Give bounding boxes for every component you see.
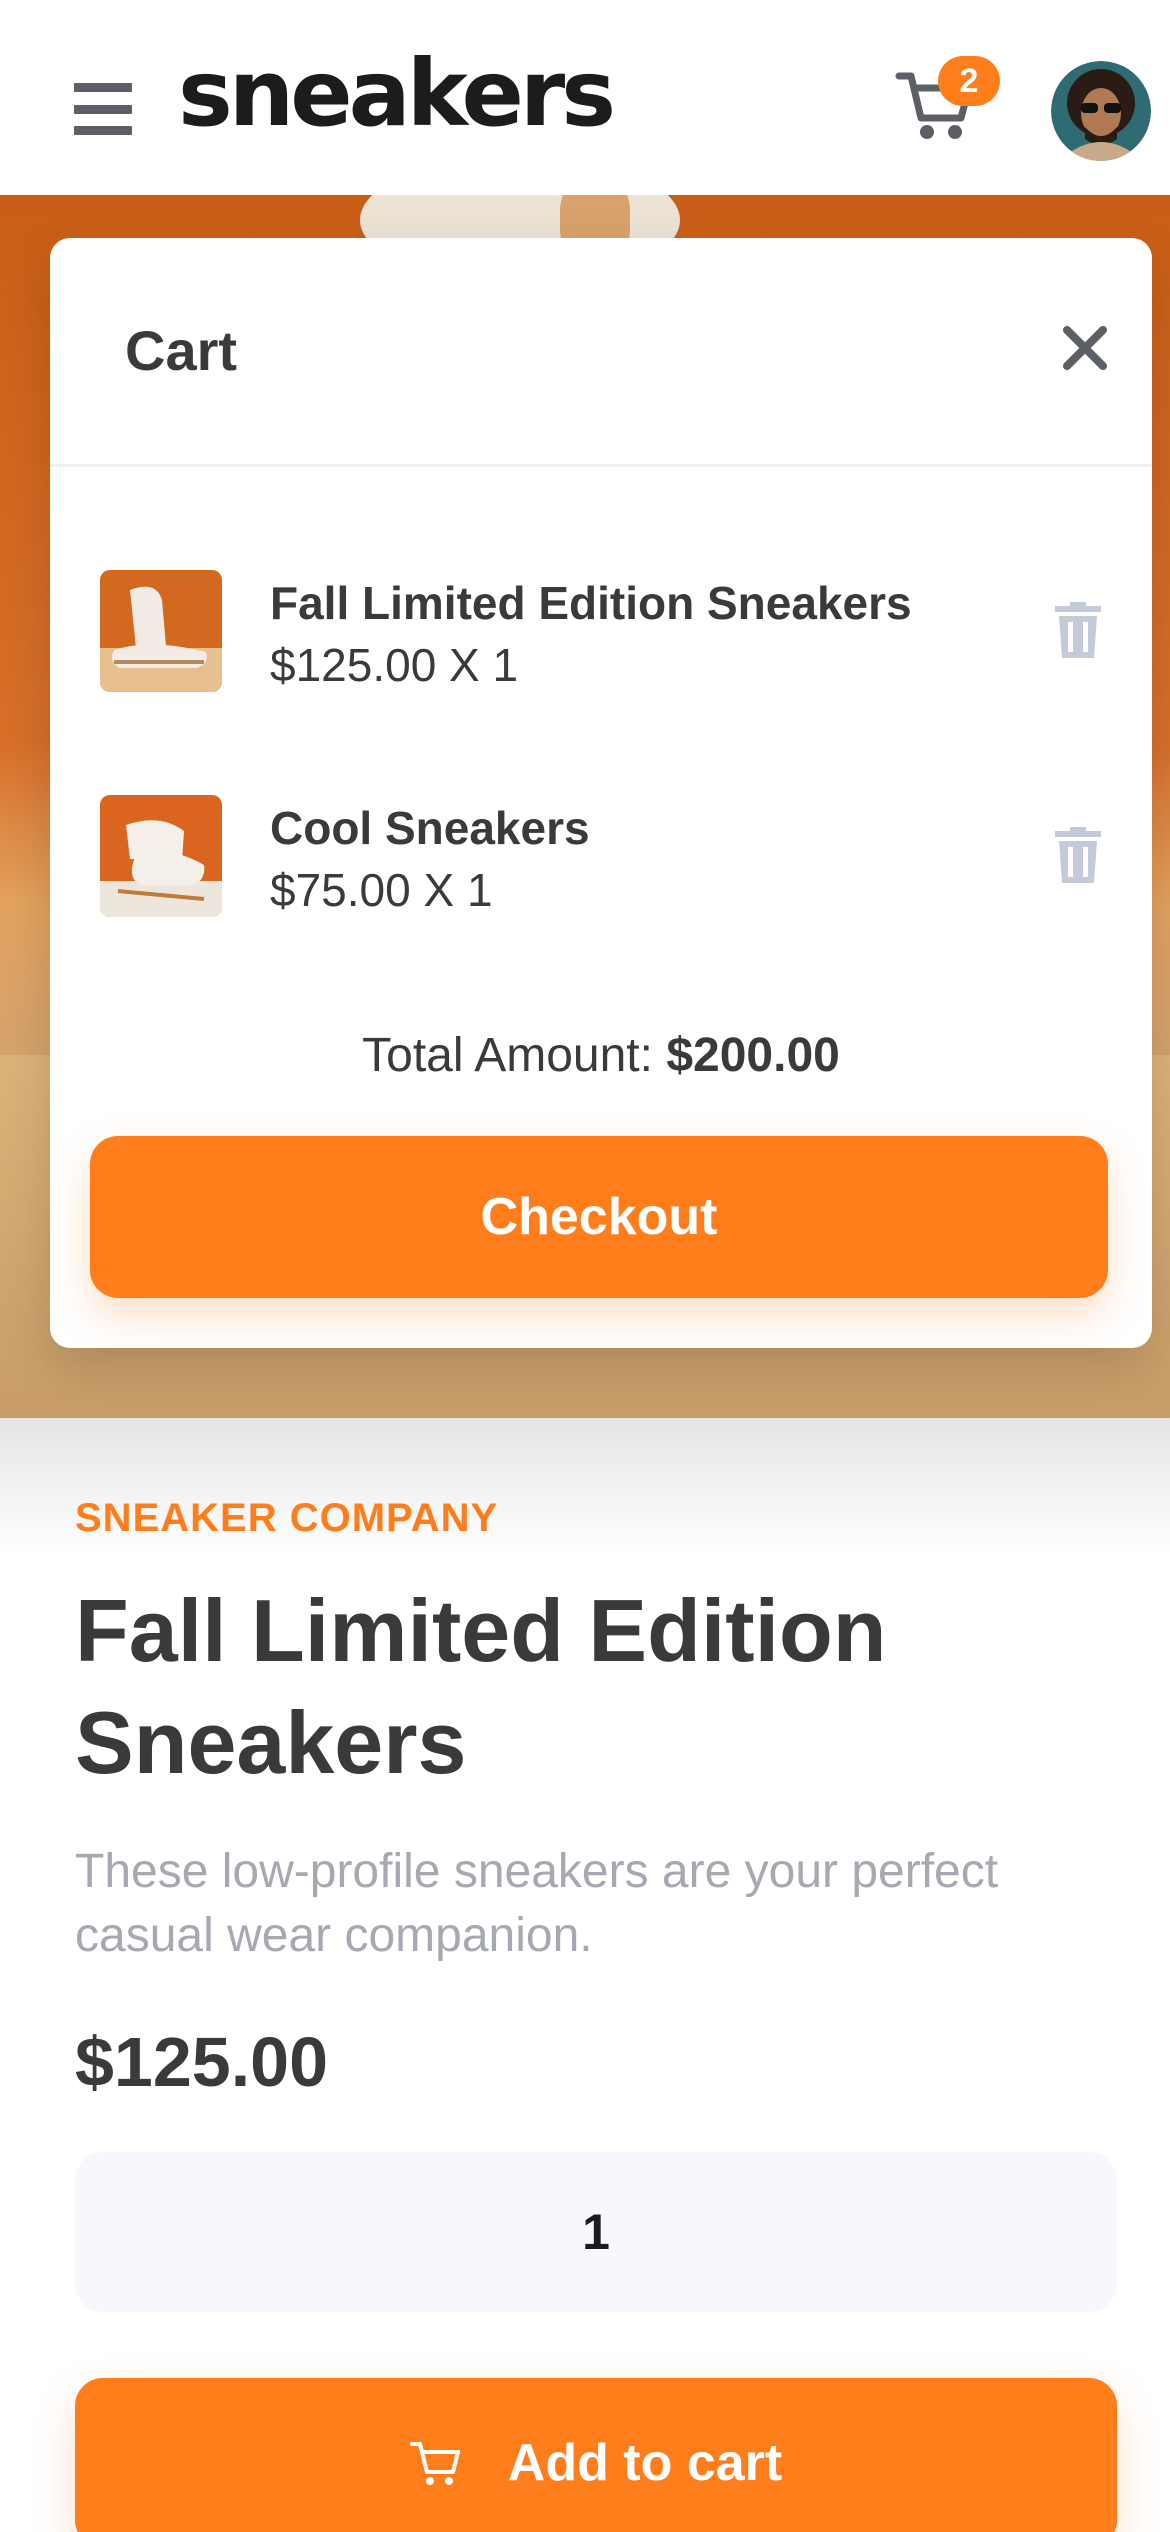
total-label: Total Amount: <box>362 1029 653 1082</box>
cart-item: Fall Limited Edition Sneakers $125.00 X … <box>100 570 1101 700</box>
product-description: These low-profile sneakers are your perf… <box>75 1845 999 1962</box>
cart-total: Total Amount: $200.00 <box>50 1028 1152 1083</box>
quantity-stepper[interactable]: 1 <box>75 2152 1117 2312</box>
delete-item-button[interactable] <box>1055 602 1101 658</box>
trash-icon <box>1055 602 1101 658</box>
company-name: SNEAKER COMPANY <box>75 1496 499 1540</box>
cart-item: Cool Sneakers $75.00 X 1 <box>100 795 1101 925</box>
cart-divider <box>50 464 1152 467</box>
total-value: $200.00 <box>666 1029 840 1082</box>
checkout-button[interactable]: Checkout <box>90 1136 1108 1298</box>
item-thumbnail <box>100 570 222 692</box>
item-name: Cool Sneakers <box>270 802 590 854</box>
close-button[interactable] <box>1055 318 1115 378</box>
logo[interactable]: sneakers <box>178 48 616 140</box>
cart-icon <box>409 2442 460 2485</box>
item-thumbnail <box>100 795 222 917</box>
add-to-cart-button[interactable]: Add to cart <box>75 2378 1117 2532</box>
cart-count-badge: 2 <box>938 56 1000 106</box>
product-price: $125.00 <box>75 2023 329 2101</box>
item-name: Fall Limited Edition Sneakers <box>270 577 912 629</box>
trash-icon <box>1055 827 1101 883</box>
add-to-cart-label: Add to cart <box>507 2434 783 2492</box>
close-icon <box>1063 326 1107 370</box>
product-title: Fall Limited Edition Sneakers <box>75 1581 887 1792</box>
cart-title: Cart <box>125 319 238 382</box>
item-price: $75.00 X 1 <box>270 864 493 916</box>
item-price: $125.00 X 1 <box>270 639 519 691</box>
top-navbar: sneakers 2 <box>0 0 1170 195</box>
cart-popup: Cart Fall Limited Edition Sneakers $125.… <box>50 238 1152 1348</box>
quantity-value: 1 <box>582 2204 610 2260</box>
menu-icon[interactable] <box>74 83 132 135</box>
avatar[interactable] <box>1051 61 1151 161</box>
delete-item-button[interactable] <box>1055 827 1101 883</box>
